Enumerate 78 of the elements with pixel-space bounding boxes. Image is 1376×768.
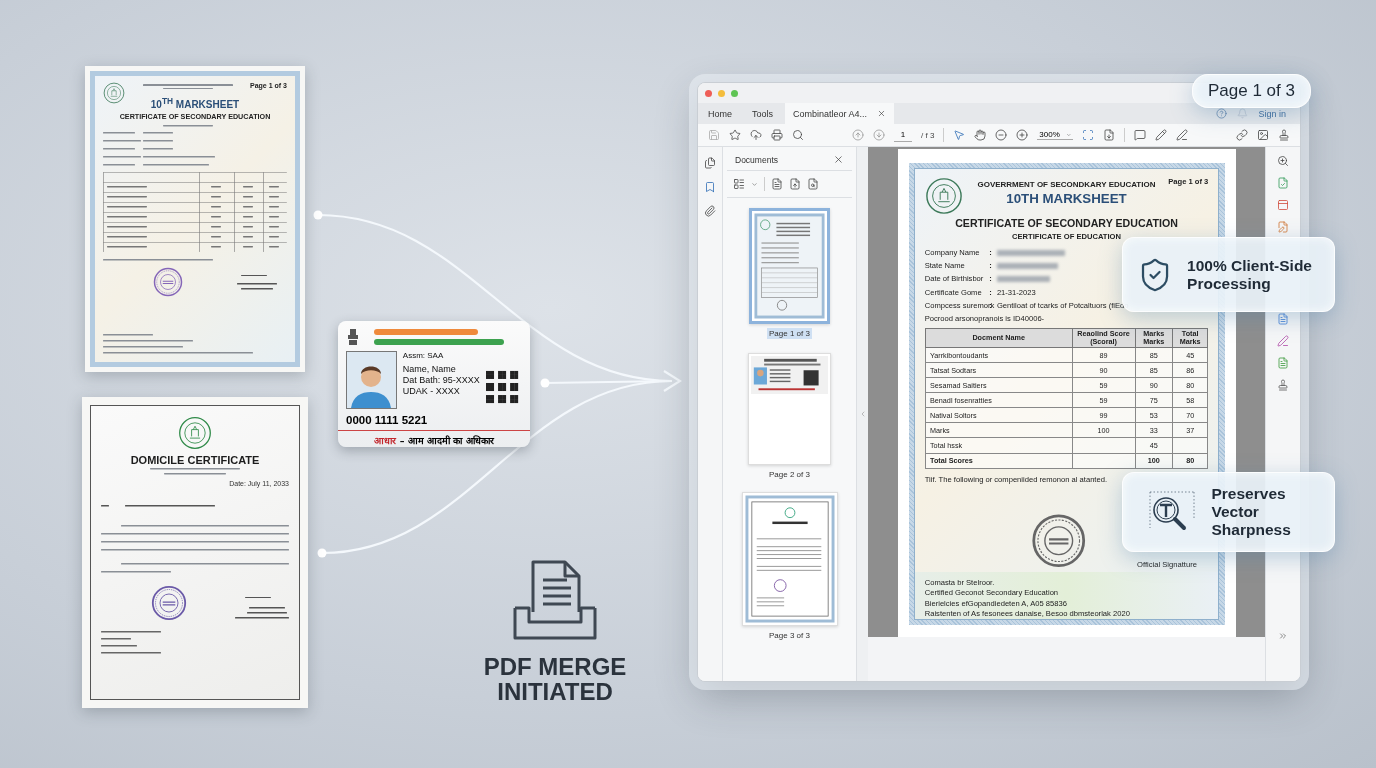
avatar-silhouette bbox=[346, 351, 397, 409]
list-view-icon[interactable] bbox=[733, 178, 745, 190]
document-edit-icon[interactable] bbox=[1277, 221, 1289, 233]
emblem-icon bbox=[103, 82, 125, 104]
zoom-icon[interactable] bbox=[1277, 155, 1289, 167]
merge-status-label: PDF MERGE INITIATED bbox=[482, 654, 628, 705]
zoom-dropdown[interactable]: 300% bbox=[1037, 130, 1074, 140]
close-window-dot[interactable] bbox=[705, 89, 712, 97]
table-cell bbox=[1072, 453, 1135, 469]
pen-icon[interactable] bbox=[1277, 335, 1289, 347]
stamp-icon[interactable] bbox=[1277, 379, 1289, 391]
fit-page-icon[interactable] bbox=[1082, 129, 1095, 141]
certificate-title: DOMICILE CERTIFICATE bbox=[130, 454, 260, 466]
link-icon[interactable] bbox=[1236, 129, 1248, 141]
page-total: / f 3 bbox=[921, 130, 935, 140]
id-number: 0000 1111 5221 bbox=[346, 414, 429, 426]
save-icon[interactable] bbox=[708, 129, 720, 141]
comment-icon[interactable] bbox=[1134, 129, 1147, 141]
emblem-icon bbox=[924, 176, 963, 215]
hand-icon[interactable] bbox=[974, 129, 987, 141]
expand-icon[interactable] bbox=[1278, 631, 1288, 641]
document-icon[interactable] bbox=[771, 178, 783, 190]
badge-text: Preserves Vector Sharpness bbox=[1211, 485, 1292, 539]
paperclip-icon[interactable] bbox=[704, 205, 716, 217]
certificate-heading: 10$^{TH}$ MARKSHEET bbox=[150, 96, 240, 111]
sign-pen-icon[interactable] bbox=[1176, 129, 1189, 141]
document-icon[interactable] bbox=[1277, 357, 1289, 369]
emblem-icon bbox=[346, 327, 360, 347]
stamp-seal-icon bbox=[153, 267, 183, 298]
stamp-icon[interactable] bbox=[1278, 129, 1290, 141]
holder-name: Name, Name bbox=[402, 364, 457, 374]
document-icon[interactable] bbox=[1277, 313, 1289, 325]
image-icon[interactable] bbox=[1257, 129, 1269, 141]
pencil-icon[interactable] bbox=[1155, 129, 1168, 141]
tab[interactable]: Home bbox=[700, 103, 740, 124]
table-cell bbox=[1072, 437, 1135, 453]
certificate-title: CERTIFICATE OF SECONDARY EDUCATION bbox=[954, 216, 1179, 229]
table-cell bbox=[1172, 437, 1208, 453]
zoom-in-icon[interactable] bbox=[1016, 129, 1029, 141]
attestation-lines-drawing bbox=[101, 631, 161, 654]
page-number-input[interactable]: 1 bbox=[894, 128, 912, 142]
document-upload-icon[interactable] bbox=[789, 178, 801, 190]
search-icon[interactable] bbox=[792, 129, 804, 141]
document-search-icon[interactable] bbox=[807, 178, 819, 190]
upload-cloud-icon[interactable] bbox=[750, 129, 762, 141]
zoom-out-icon[interactable] bbox=[995, 129, 1008, 141]
sign-in-link[interactable]: Sign in bbox=[1258, 108, 1286, 119]
layout-icon[interactable] bbox=[1277, 199, 1289, 211]
emblem-icon bbox=[178, 416, 212, 450]
download-icon[interactable] bbox=[1103, 129, 1116, 141]
stamp-seal-icon bbox=[151, 585, 187, 621]
panel-title: Documents bbox=[735, 154, 778, 165]
thumbnail-label: Page 1 of 3 bbox=[767, 328, 812, 339]
minimize-window-dot[interactable] bbox=[718, 89, 725, 97]
badge-text: Page 1 of 3 bbox=[1208, 81, 1295, 101]
cursor-icon[interactable] bbox=[953, 129, 966, 141]
birth-date: Dat Bath: 95-XXXX bbox=[402, 375, 480, 385]
document-check-icon[interactable] bbox=[1277, 177, 1289, 189]
star-icon[interactable] bbox=[729, 129, 741, 141]
certificate-heading: 10TH MARKSHEET bbox=[1006, 190, 1127, 206]
print-icon[interactable] bbox=[771, 129, 783, 141]
maximize-window-dot[interactable] bbox=[731, 89, 738, 97]
help-icon[interactable] bbox=[1216, 108, 1228, 119]
stamp-seal-icon bbox=[1031, 513, 1087, 569]
close-icon[interactable] bbox=[877, 109, 887, 118]
close-icon[interactable] bbox=[833, 154, 844, 165]
thumbnail-label: Page 3 of 3 bbox=[768, 630, 811, 641]
badge-text: 100% Client-Side Processing bbox=[1187, 256, 1313, 293]
tab[interactable]: Tools bbox=[744, 103, 782, 124]
thumbnail-label: Page 2 of 3 bbox=[768, 469, 811, 480]
bookmark-icon[interactable] bbox=[704, 181, 716, 193]
pages-icon[interactable] bbox=[704, 157, 716, 169]
caret-icon[interactable] bbox=[751, 180, 758, 188]
tab[interactable]: Combinatleor A4... bbox=[785, 103, 895, 124]
uid-line: UDAK - XXXX bbox=[402, 386, 461, 396]
holder-line: Assm: SAA bbox=[402, 351, 445, 360]
card-tagline: आधार – आम आदमी का अधिकार bbox=[338, 430, 530, 450]
page-thumbnail[interactable] bbox=[748, 353, 831, 465]
